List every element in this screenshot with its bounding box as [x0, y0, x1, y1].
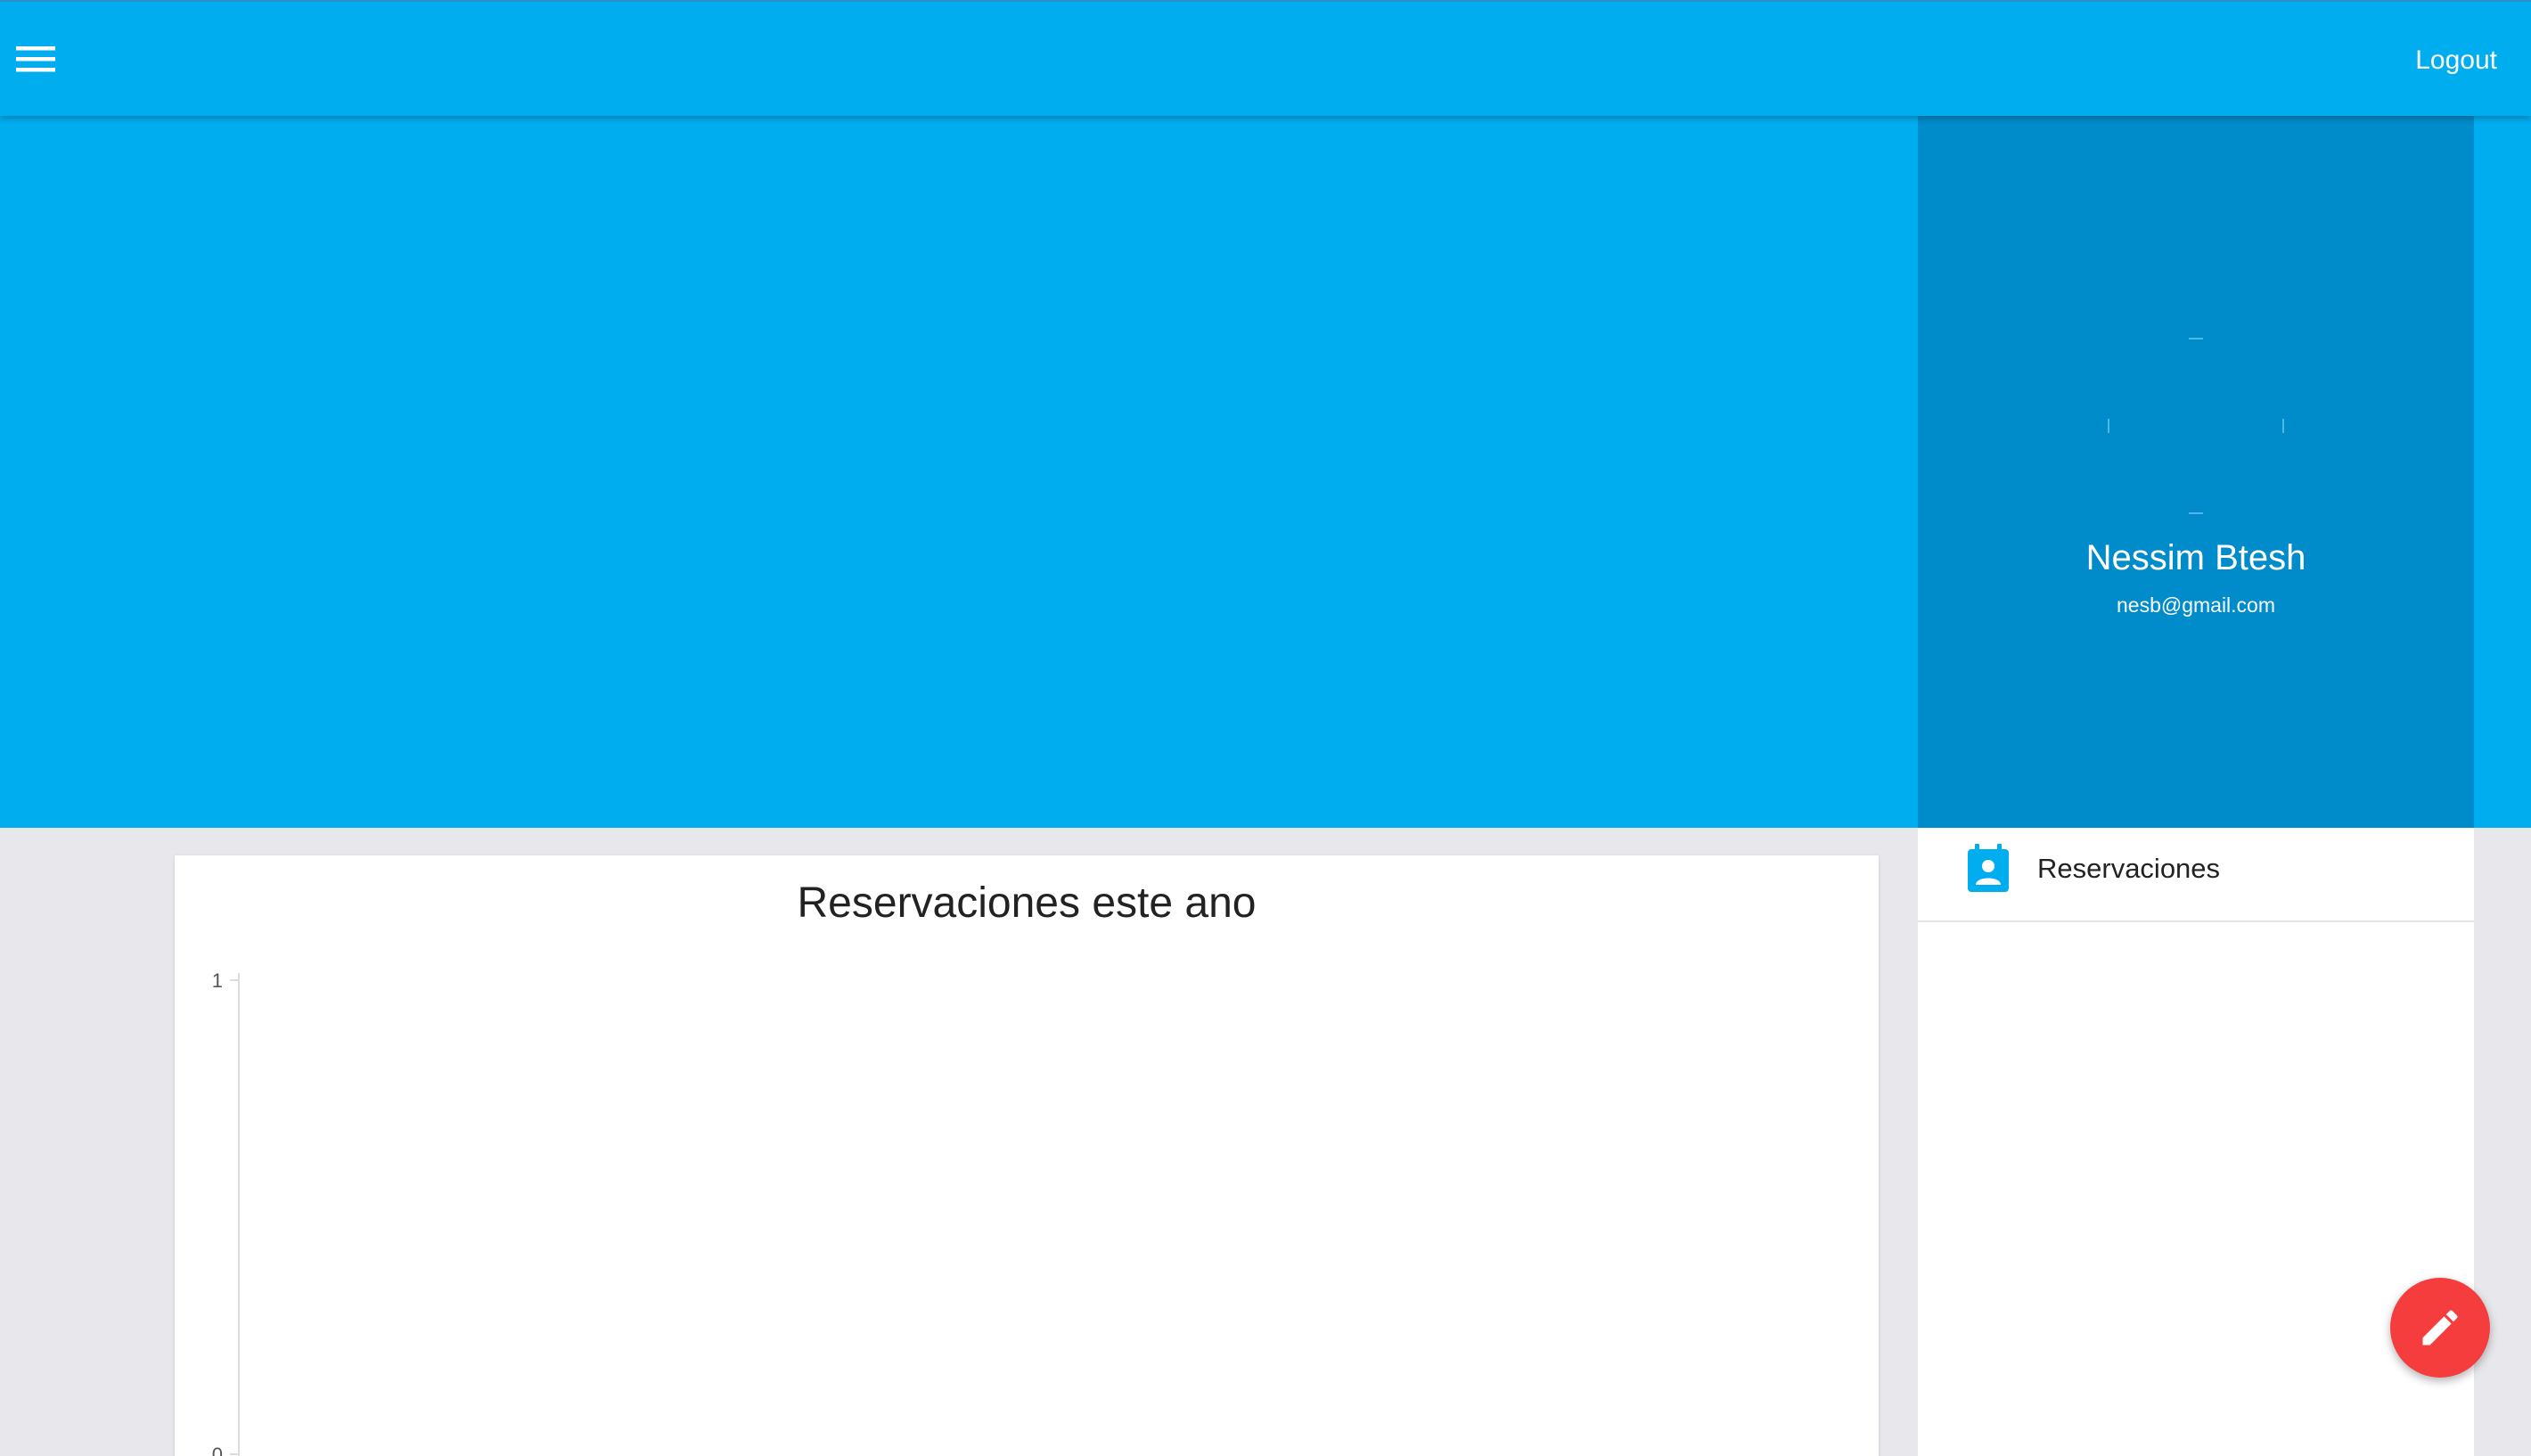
top-toolbar: Logout	[0, 0, 2531, 116]
logout-button[interactable]: Logout	[2415, 43, 2497, 78]
y-tick-label: 1	[212, 969, 223, 992]
avatar-placeholder-icon	[2108, 338, 2284, 514]
side-nav-panel: Reservaciones	[1918, 828, 2474, 1456]
menu-button[interactable]	[12, 41, 59, 77]
nav-item-label: Reservaciones	[2037, 853, 2221, 884]
dashboard-page: Logout Nessim Btesh nesb@gmail.com Reser…	[0, 0, 2531, 1456]
hamburger-menu-icon	[16, 46, 55, 72]
edit-fab-button[interactable]	[2390, 1278, 2490, 1378]
pencil-edit-icon	[2422, 1310, 2458, 1346]
profile-name: Nessim Btesh	[2085, 538, 2306, 577]
avatar	[2107, 337, 2285, 515]
profile-email: nesb@gmail.com	[2116, 593, 2276, 617]
y-tick-label: 0	[212, 1444, 223, 1456]
nav-item-reservaciones[interactable]: Reservaciones	[1918, 828, 2474, 922]
reservations-chart: 10	[212, 969, 240, 1456]
calendar-person-icon	[1968, 844, 2009, 892]
profile-panel: Nessim Btesh nesb@gmail.com	[1918, 116, 2474, 828]
chart-card: Reservaciones este ano 10	[175, 855, 1879, 1456]
